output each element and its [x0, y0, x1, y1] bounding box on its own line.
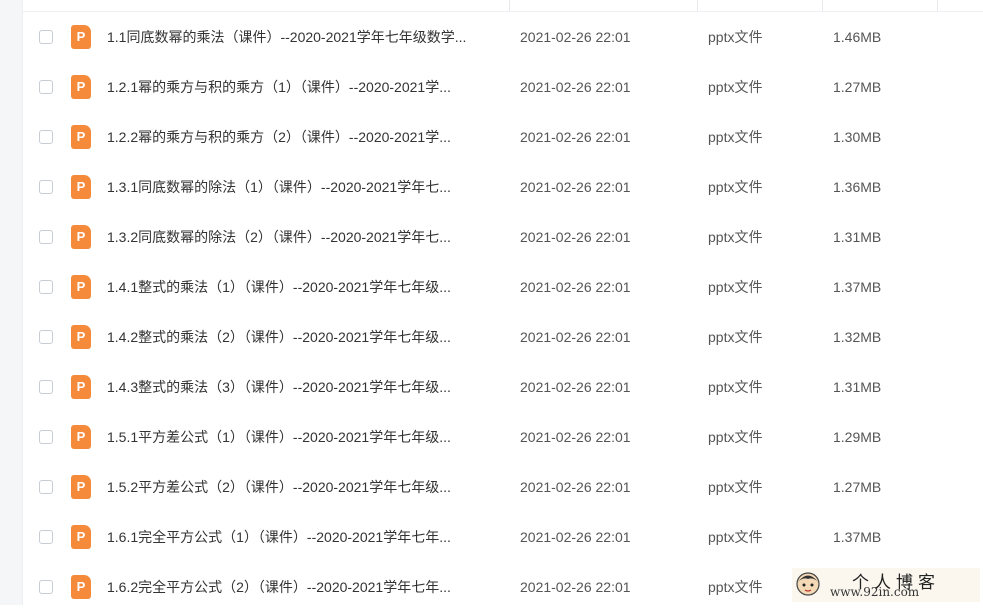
- file-date: 2021-02-26 22:01: [520, 279, 631, 295]
- pptx-file-icon: P: [71, 325, 91, 349]
- pptx-file-icon: P: [71, 525, 91, 549]
- column-divider[interactable]: [697, 0, 698, 11]
- column-header-strip: [22, 0, 983, 12]
- file-size: 1.31MB: [833, 229, 882, 245]
- file-row[interactable]: P 1.4.3整式的乘法（3）（课件）--2020-2021学年七年级... 202…: [22, 363, 983, 413]
- file-size: 1.27MB: [833, 479, 882, 495]
- row-checkbox[interactable]: [39, 130, 53, 144]
- file-name[interactable]: 1.5.2平方差公式（2）（课件）--2020-2021学年七年级...: [107, 477, 502, 497]
- file-date: 2021-02-26 22:01: [520, 529, 631, 545]
- file-name[interactable]: 1.1同底数幂的乘法（课件）--2020-2021学年七年级数学...: [107, 27, 502, 47]
- column-divider[interactable]: [509, 0, 510, 11]
- file-date: 2021-02-26 22:01: [520, 29, 631, 45]
- file-row[interactable]: P 1.5.2平方差公式（2）（课件）--2020-2021学年七年级... 202…: [22, 463, 983, 513]
- file-size: 1.37MB: [833, 279, 882, 295]
- file-name[interactable]: 1.4.1整式的乘法（1）（课件）--2020-2021学年七年级...: [107, 277, 502, 297]
- file-type: pptx文件: [708, 129, 763, 145]
- file-type: pptx文件: [708, 229, 763, 245]
- pptx-file-icon: P: [71, 475, 91, 499]
- file-date: 2021-02-26 22:01: [520, 329, 631, 345]
- file-type: pptx文件: [708, 279, 763, 295]
- pptx-file-icon: P: [71, 25, 91, 49]
- file-date: 2021-02-26 22:01: [520, 579, 631, 595]
- pptx-file-icon: P: [71, 575, 91, 599]
- watermark-url: www.92in.com: [830, 585, 920, 599]
- file-name[interactable]: 1.5.1平方差公式（1）（课件）--2020-2021学年七年级...: [107, 427, 502, 447]
- file-name[interactable]: 1.4.3整式的乘法（3）（课件）--2020-2021学年七年级...: [107, 377, 502, 397]
- file-type: pptx文件: [708, 579, 763, 595]
- file-name[interactable]: 1.2.1幂的乘方与积的乘方（1）（课件）--2020-2021学...: [107, 77, 502, 97]
- row-checkbox[interactable]: [39, 230, 53, 244]
- file-date: 2021-02-26 22:01: [520, 479, 631, 495]
- file-size: 1.31MB: [833, 379, 882, 395]
- file-row[interactable]: P 1.2.1幂的乘方与积的乘方（1）（课件）--2020-2021学... 202…: [22, 63, 983, 113]
- file-name[interactable]: 1.3.2同底数幂的除法（2）（课件）--2020-2021学年七...: [107, 227, 502, 247]
- file-row[interactable]: P 1.3.1同底数幂的除法（1）（课件）--2020-2021学年七... 202…: [22, 163, 983, 213]
- file-type: pptx文件: [708, 529, 763, 545]
- row-checkbox[interactable]: [39, 330, 53, 344]
- pptx-file-icon: P: [71, 225, 91, 249]
- file-date: 2021-02-26 22:01: [520, 179, 631, 195]
- file-type: pptx文件: [708, 79, 763, 95]
- file-size: 1.32MB: [833, 329, 882, 345]
- file-row[interactable]: P 1.6.1完全平方公式（1）（课件）--2020-2021学年七年... 202…: [22, 513, 983, 563]
- file-date: 2021-02-26 22:01: [520, 79, 631, 95]
- row-checkbox[interactable]: [39, 180, 53, 194]
- pptx-file-icon: P: [71, 125, 91, 149]
- file-date: 2021-02-26 22:01: [520, 229, 631, 245]
- file-size: 1.37MB: [833, 529, 882, 545]
- row-checkbox[interactable]: [39, 430, 53, 444]
- file-row[interactable]: P 1.2.2幂的乘方与积的乘方（2）（课件）--2020-2021学... 202…: [22, 113, 983, 163]
- file-size: 1.30MB: [833, 129, 882, 145]
- file-date: 2021-02-26 22:01: [520, 129, 631, 145]
- row-checkbox[interactable]: [39, 480, 53, 494]
- blog-watermark: 个人博客 www.92in.com: [792, 568, 980, 602]
- pptx-file-icon: P: [71, 425, 91, 449]
- file-type: pptx文件: [708, 429, 763, 445]
- file-date: 2021-02-26 22:01: [520, 429, 631, 445]
- file-type: pptx文件: [708, 29, 763, 45]
- file-type: pptx文件: [708, 379, 763, 395]
- file-row[interactable]: P 1.4.2整式的乘法（2）（课件）--2020-2021学年七年级... 202…: [22, 313, 983, 363]
- file-type: pptx文件: [708, 329, 763, 345]
- row-checkbox[interactable]: [39, 380, 53, 394]
- file-size: 1.27MB: [833, 79, 882, 95]
- row-checkbox[interactable]: [39, 530, 53, 544]
- file-type: pptx文件: [708, 179, 763, 195]
- file-size: 1.36MB: [833, 179, 882, 195]
- file-row[interactable]: P 1.3.2同底数幂的除法（2）（课件）--2020-2021学年七... 202…: [22, 213, 983, 263]
- file-date: 2021-02-26 22:01: [520, 379, 631, 395]
- column-divider[interactable]: [822, 0, 823, 11]
- file-row[interactable]: P 1.5.1平方差公式（1）（课件）--2020-2021学年七年级... 202…: [22, 413, 983, 463]
- file-row[interactable]: P 1.4.1整式的乘法（1）（课件）--2020-2021学年七年级... 202…: [22, 263, 983, 313]
- file-name[interactable]: 1.4.2整式的乘法（2）（课件）--2020-2021学年七年级...: [107, 327, 502, 347]
- pptx-file-icon: P: [71, 75, 91, 99]
- left-panel-edge: [0, 0, 23, 605]
- file-size: 1.29MB: [833, 429, 882, 445]
- row-checkbox[interactable]: [39, 580, 53, 594]
- file-name[interactable]: 1.6.2完全平方公式（2）（课件）--2020-2021学年七年...: [107, 577, 502, 597]
- file-name[interactable]: 1.3.1同底数幂的除法（1）（课件）--2020-2021学年七...: [107, 177, 502, 197]
- pptx-file-icon: P: [71, 275, 91, 299]
- file-row[interactable]: P 1.1同底数幂的乘法（课件）--2020-2021学年七年级数学... 2021…: [22, 13, 983, 63]
- row-checkbox[interactable]: [39, 280, 53, 294]
- row-checkbox[interactable]: [39, 80, 53, 94]
- column-divider[interactable]: [937, 0, 938, 11]
- pptx-file-icon: P: [71, 175, 91, 199]
- file-name[interactable]: 1.6.1完全平方公式（1）（课件）--2020-2021学年七年...: [107, 527, 502, 547]
- file-name[interactable]: 1.2.2幂的乘方与积的乘方（2）（课件）--2020-2021学...: [107, 127, 502, 147]
- file-type: pptx文件: [708, 479, 763, 495]
- row-checkbox[interactable]: [39, 30, 53, 44]
- file-list: P 1.1同底数幂的乘法（课件）--2020-2021学年七年级数学... 2021…: [22, 13, 983, 613]
- mascot-icon: [796, 572, 820, 596]
- file-size: 1.46MB: [833, 29, 882, 45]
- pptx-file-icon: P: [71, 375, 91, 399]
